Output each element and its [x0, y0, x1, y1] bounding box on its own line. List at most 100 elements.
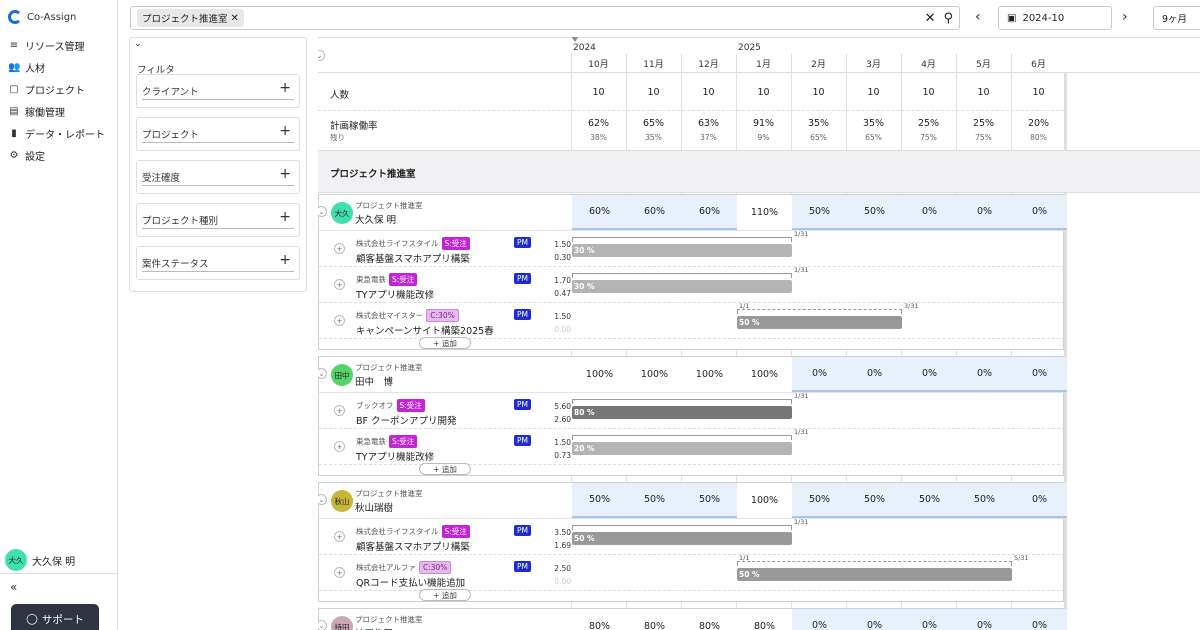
- headcount-value: 10: [922, 87, 935, 98]
- client-name: 株式会社マイスター: [356, 311, 424, 320]
- client-name: 株式会社ライフスタイル: [356, 239, 439, 248]
- nav-item[interactable]: ▤ 稼働管理: [0, 100, 117, 122]
- utilization-value: 25%: [917, 118, 940, 129]
- headcount-row: 人数 10 10 10 10 10 10 10 10 10: [318, 73, 1064, 111]
- date-picker[interactable]: ▣ 2024-10: [998, 6, 1112, 30]
- clear-search-icon[interactable]: ✕: [925, 11, 936, 26]
- filter-item-label: 受注確度: [142, 173, 181, 184]
- allocation-cell: 60%: [682, 195, 737, 230]
- add-project-button[interactable]: + 追加: [419, 337, 471, 349]
- add-icon[interactable]: +: [334, 279, 345, 290]
- filter-underline: [142, 271, 294, 272]
- status-badge: S:受注: [389, 435, 418, 448]
- chevron-down-icon[interactable]: ⌄: [134, 39, 142, 49]
- plus-icon[interactable]: +: [279, 123, 291, 139]
- nav-item[interactable]: ▮ データ・レポート: [0, 122, 117, 144]
- allocation-bar[interactable]: 30 %: [572, 280, 792, 293]
- allocation-bar[interactable]: 30 %: [572, 244, 792, 257]
- chevron-down-icon[interactable]: ⌄: [318, 368, 327, 379]
- plus-icon[interactable]: +: [279, 252, 291, 268]
- project-name[interactable]: 顧客基盤スマホアプリ構築: [356, 539, 470, 553]
- remaining-value: 35%: [645, 133, 662, 142]
- filter-item[interactable]: クライアント +: [136, 74, 300, 108]
- allocation-cell: 100%: [750, 495, 779, 506]
- member-name: 持田隼平: [355, 626, 393, 630]
- add-icon[interactable]: +: [334, 315, 345, 326]
- status-badge: S:受注: [441, 525, 470, 538]
- project-name[interactable]: TYアプリ機能改修: [356, 287, 434, 301]
- remaining-hours: 2.60: [554, 415, 571, 424]
- add-icon[interactable]: +: [334, 567, 345, 578]
- add-icon[interactable]: +: [334, 531, 345, 542]
- nav-item[interactable]: ⚙ 設定: [0, 144, 117, 166]
- support-button[interactable]: ◯ サポート: [11, 604, 99, 630]
- utilization-label: 計画稼働率: [330, 121, 378, 132]
- chevron-down-icon[interactable]: ⌄: [318, 50, 325, 61]
- status-badge: S:受注: [441, 237, 470, 250]
- nav-item[interactable]: ≡ リソース管理: [0, 34, 117, 56]
- allocation-cell: 50%: [792, 483, 847, 518]
- app-logo[interactable]: Co-Assign: [0, 0, 117, 34]
- filter-item[interactable]: プロジェクト種別 +: [136, 203, 300, 237]
- search-icon[interactable]: ⚲: [943, 11, 953, 26]
- project-name[interactable]: BF クーポンアプリ開発: [356, 413, 457, 427]
- project-range: [572, 435, 792, 440]
- next-month-button[interactable]: ›: [1122, 9, 1128, 25]
- role-badge: PM: [514, 561, 531, 572]
- member-department: プロジェクト推進室: [355, 615, 423, 624]
- add-icon[interactable]: +: [334, 441, 345, 452]
- member-header: 持田プロジェクト推進室持田隼平⌄80%80%80%80%0%0%0%0%0%: [318, 609, 1067, 630]
- allocation-bar[interactable]: 50 %: [737, 316, 902, 329]
- project-name[interactable]: QRコード支払い機能追加: [356, 575, 465, 589]
- allocation-cell: 50%: [847, 483, 902, 518]
- chat-bubble-icon: ◯: [26, 613, 38, 625]
- range-end-label: 1/31: [794, 428, 809, 436]
- allocation-cell: 0%: [957, 609, 1012, 630]
- allocation-bar[interactable]: 50 %: [572, 532, 792, 545]
- list-icon: ≡: [9, 39, 19, 51]
- project-range: [572, 273, 792, 278]
- plus-icon[interactable]: +: [279, 166, 291, 182]
- project-name[interactable]: 顧客基盤スマホアプリ構築: [356, 251, 470, 265]
- nav-item[interactable]: ▢ プロジェクト: [0, 78, 117, 100]
- add-project-button[interactable]: + 追加: [419, 589, 471, 601]
- add-project-button[interactable]: + 追加: [419, 463, 471, 475]
- allocation-bar[interactable]: 50 %: [737, 568, 1012, 581]
- member-department: プロジェクト推進室: [355, 363, 423, 372]
- month-label: 10月: [588, 60, 609, 70]
- add-icon[interactable]: +: [334, 243, 345, 254]
- month-label: 1月: [756, 60, 771, 70]
- range-end-label: 3/31: [904, 302, 919, 310]
- allocation-bar[interactable]: 20 %: [572, 442, 792, 455]
- avatar: 秋山: [331, 490, 353, 512]
- search-bar[interactable]: プロジェクト推進室 ✕ ✕ ⚲: [130, 6, 960, 30]
- filter-item[interactable]: 受注確度 +: [136, 160, 300, 194]
- add-icon[interactable]: +: [334, 405, 345, 416]
- current-user-name: 大久保 明: [32, 556, 76, 568]
- current-user[interactable]: 大久 大久保 明: [5, 549, 75, 571]
- filter-underline: [142, 228, 294, 229]
- search-chip[interactable]: プロジェクト推進室 ✕: [137, 9, 244, 27]
- plus-icon[interactable]: +: [279, 80, 291, 96]
- filter-item[interactable]: 案件ステータス +: [136, 246, 300, 280]
- chevron-down-icon[interactable]: ⌄: [318, 494, 327, 505]
- chip-close-icon[interactable]: ✕: [231, 13, 239, 24]
- chevron-down-icon[interactable]: ⌄: [318, 620, 327, 630]
- nav-item[interactable]: 👥 人材: [0, 56, 117, 78]
- range-select[interactable]: 9ヶ月: [1153, 6, 1200, 30]
- project-name[interactable]: TYアプリ機能改修: [356, 449, 434, 463]
- prev-month-button[interactable]: ‹: [975, 9, 981, 25]
- allocation-bar[interactable]: 80 %: [572, 406, 792, 419]
- remaining-hours: 0.00: [554, 325, 571, 334]
- collapse-sidebar-icon[interactable]: «: [10, 580, 17, 594]
- range-end-label: 1/31: [794, 230, 809, 238]
- project-name[interactable]: キャンペーンサイト構築2025春: [356, 323, 494, 337]
- group-row: プロジェクト推進室: [318, 150, 1200, 193]
- chevron-down-icon[interactable]: ⌄: [318, 206, 327, 217]
- plus-icon[interactable]: +: [279, 209, 291, 225]
- remaining-hours: 0.47: [554, 289, 571, 298]
- year-label: 2024: [573, 43, 596, 53]
- remaining-label: 残り: [330, 133, 345, 142]
- filter-item[interactable]: プロジェクト +: [136, 117, 300, 151]
- status-badge: C:30%: [426, 309, 459, 322]
